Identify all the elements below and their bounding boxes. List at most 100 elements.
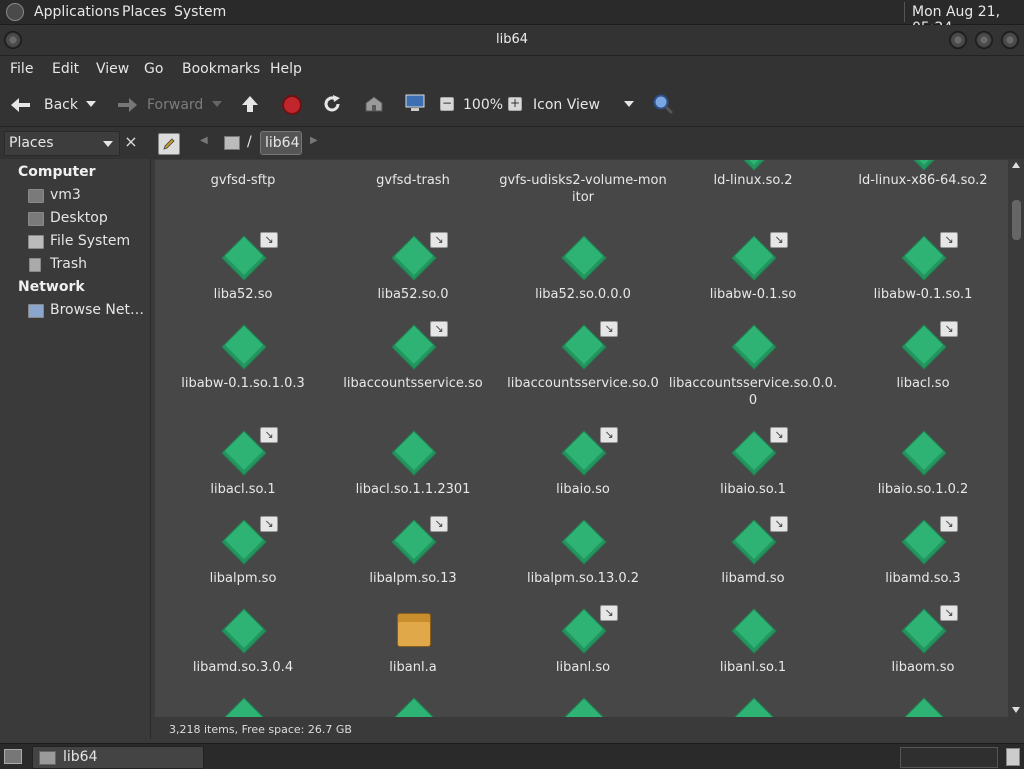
file-item[interactable]: ↘ libacl.so.1 — [158, 425, 328, 505]
file-item[interactable]: ↘ libamd.so — [668, 514, 838, 594]
stop-icon[interactable] — [282, 95, 302, 115]
file-item[interactable]: libacl.so.1.1.2301 — [328, 425, 498, 505]
file-name: libanl.so.1 — [719, 660, 787, 675]
library-icon — [731, 608, 777, 654]
home-icon[interactable] — [364, 94, 384, 114]
symlink-icon: ↘ — [940, 321, 958, 337]
sidebar-item-trash[interactable]: Trash — [26, 255, 146, 275]
file-item[interactable]: libanl.so.1 — [668, 603, 838, 683]
system-menu[interactable]: System — [174, 4, 226, 20]
file-item-partial[interactable] — [838, 692, 1008, 717]
view-mode-select[interactable]: Icon View — [528, 90, 638, 120]
window-title: lib64 — [495, 32, 529, 47]
file-item-partial[interactable] — [328, 692, 498, 717]
file-item[interactable]: libalpm.so.13.0.2 — [498, 514, 668, 594]
file-item[interactable]: ↘ libaio.so — [498, 425, 668, 505]
file-item-partial[interactable] — [498, 692, 668, 717]
file-item[interactable]: ↘ libaccountsservice.so.0 — [498, 319, 668, 399]
zoom-in-icon[interactable]: + — [508, 97, 522, 111]
trash-applet-icon[interactable] — [1006, 748, 1020, 766]
sidebar-item-file-system[interactable]: File System — [26, 232, 146, 252]
file-item[interactable]: ↘ libaom.so — [838, 603, 1008, 683]
symlink-icon: ↘ — [940, 516, 958, 532]
file-item[interactable]: ↘ libaio.so.1 — [668, 425, 838, 505]
sidebar-item-label: Browse Net… — [50, 302, 145, 318]
file-item[interactable]: libabw-0.1.so.1.0.3 — [158, 319, 328, 399]
file-item[interactable]: libaio.so.1.0.2 — [838, 425, 1008, 505]
scroll-left-icon[interactable]: ◀ — [200, 135, 210, 149]
close-sidebar-icon[interactable]: × — [122, 133, 140, 151]
sidebar-item-browse-network[interactable]: Browse Net… — [26, 301, 148, 321]
menu-bookmarks[interactable]: Bookmarks — [182, 61, 260, 77]
scroll-up-icon[interactable] — [1012, 162, 1020, 168]
file-name: libabw-0.1.so — [709, 287, 797, 302]
drive-icon — [224, 136, 240, 150]
distro-logo-icon[interactable] — [6, 3, 24, 21]
file-item[interactable]: libaccountsservice.so.0.0.0 — [668, 319, 838, 408]
file-item[interactable]: gvfs-udisks2-volume-monitor — [498, 160, 668, 232]
file-item[interactable]: ↘ liba52.so — [158, 230, 328, 310]
menu-help[interactable]: Help — [270, 61, 302, 77]
taskbar-task-lib64[interactable]: lib64 — [32, 746, 204, 769]
current-crumb[interactable]: lib64 — [260, 131, 302, 155]
places-menu[interactable]: Places — [122, 4, 167, 20]
back-button[interactable]: Back — [6, 90, 100, 120]
file-item[interactable]: ↘ liba52.so.0 — [328, 230, 498, 310]
file-item-partial[interactable] — [158, 692, 328, 717]
scroll-down-icon[interactable] — [1012, 707, 1020, 713]
library-icon — [221, 324, 267, 370]
sidebar-item-vm3[interactable]: vm3 — [26, 186, 146, 206]
file-name: libanl.so — [555, 660, 611, 675]
file-item[interactable]: libanl.a — [328, 603, 498, 683]
applications-menu[interactable]: Applications — [34, 4, 120, 20]
library-icon — [901, 160, 947, 171]
menu-edit[interactable]: Edit — [52, 61, 79, 77]
back-dropdown-icon[interactable] — [86, 101, 96, 107]
file-item[interactable]: libamd.so.3.0.4 — [158, 603, 328, 683]
file-item[interactable]: ↘ libaccountsservice.so — [328, 319, 498, 399]
file-icon-view[interactable]: gvfsd-sftp gvfsd-trash gvfs-udisks2-volume… — [155, 160, 1008, 717]
vertical-scrollbar[interactable] — [1009, 160, 1024, 717]
symlink-icon: ↘ — [430, 321, 448, 337]
file-item[interactable]: ↘ libalpm.so — [158, 514, 328, 594]
sidebar-item-desktop[interactable]: Desktop — [26, 209, 146, 229]
zoom-out-icon[interactable]: − — [440, 97, 454, 111]
menu-file[interactable]: File — [10, 61, 33, 77]
file-item[interactable]: ↘ libalpm.so.13 — [328, 514, 498, 594]
trash-icon — [29, 258, 41, 272]
places-selector[interactable]: Places — [4, 131, 120, 156]
file-item[interactable]: ld-linux-x86-64.so.2 — [838, 160, 1008, 232]
computer-icon[interactable] — [404, 93, 426, 113]
package-icon — [397, 613, 431, 647]
window-titlebar[interactable]: lib64 — [0, 25, 1024, 56]
menu-go[interactable]: Go — [144, 61, 163, 77]
file-item[interactable]: ld-linux.so.2 — [668, 160, 838, 232]
file-item[interactable]: liba52.so.0.0.0 — [498, 230, 668, 310]
file-name: libaom.so — [891, 660, 955, 675]
workspace-switcher[interactable] — [900, 747, 998, 768]
menu-view[interactable]: View — [96, 61, 129, 77]
up-arrow-icon[interactable] — [240, 94, 260, 114]
file-item[interactable]: ↘ libamd.so.3 — [838, 514, 1008, 594]
close-button[interactable] — [1001, 31, 1019, 49]
forward-button[interactable]: Forward — [112, 90, 224, 120]
file-item[interactable]: ↘ libanl.so — [498, 603, 668, 683]
scroll-right-icon[interactable]: ▶ — [310, 135, 320, 149]
root-crumb[interactable]: / — [220, 131, 256, 154]
file-item[interactable]: gvfsd-trash — [328, 160, 498, 232]
forward-dropdown-icon[interactable] — [212, 101, 222, 107]
minimize-button[interactable] — [949, 31, 967, 49]
scroll-thumb[interactable] — [1012, 200, 1021, 240]
zoom-level[interactable]: 100% — [463, 97, 503, 113]
file-item-partial[interactable] — [668, 692, 838, 717]
file-item[interactable]: ↘ libabw-0.1.so.1 — [838, 230, 1008, 310]
search-icon[interactable] — [652, 93, 674, 115]
panel-separator — [904, 2, 905, 22]
maximize-button[interactable] — [975, 31, 993, 49]
file-item[interactable]: ↘ libabw-0.1.so — [668, 230, 838, 310]
show-desktop-icon[interactable] — [4, 749, 22, 764]
edit-location-icon[interactable] — [158, 133, 180, 155]
reload-icon[interactable] — [322, 94, 342, 114]
file-item[interactable]: gvfsd-sftp — [158, 160, 328, 232]
file-item[interactable]: ↘ libacl.so — [838, 319, 1008, 399]
